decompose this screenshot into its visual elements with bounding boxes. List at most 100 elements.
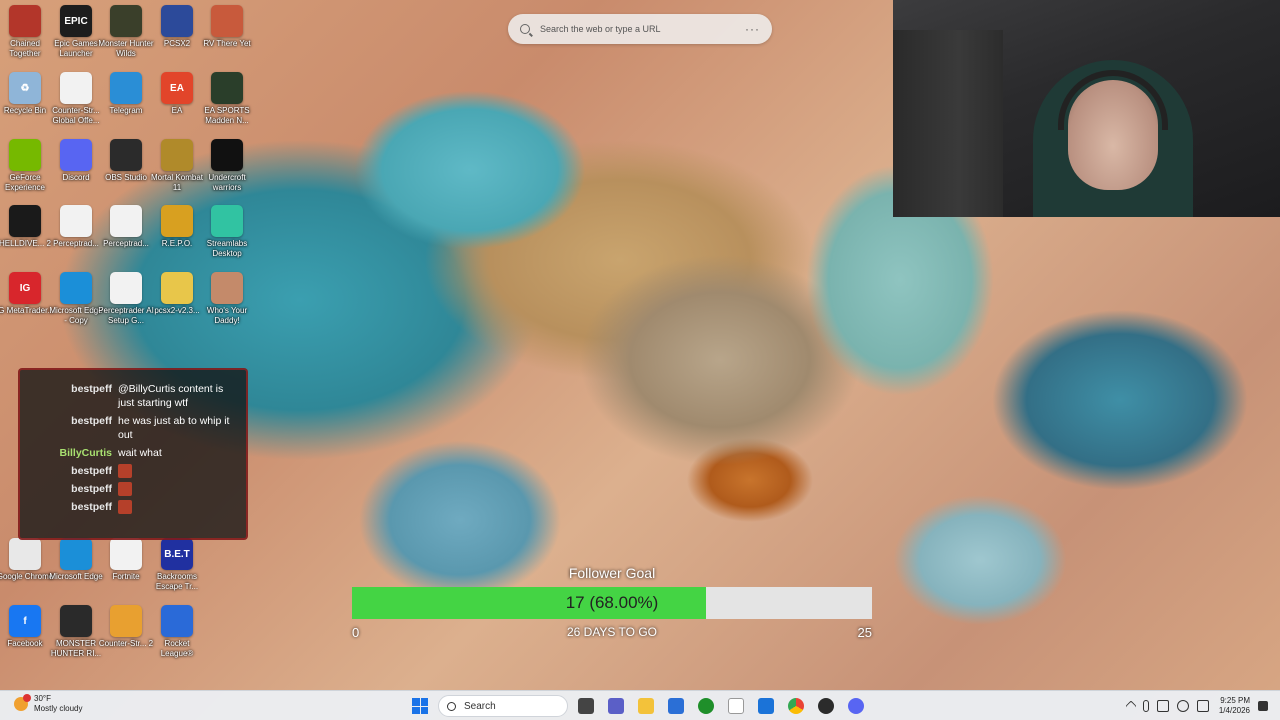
app-icon: ♻: [9, 72, 41, 104]
xbox-button[interactable]: [694, 694, 718, 718]
display-icon[interactable]: [1156, 700, 1169, 712]
desktop-icon[interactable]: Counter-Str... Global Offe...: [51, 72, 101, 126]
desktop-icon-label: HELLDIVE... 2: [0, 239, 52, 248]
desktop-icon[interactable]: Microsoft Edge - Copy: [49, 272, 103, 326]
taskbar-search[interactable]: Search: [438, 695, 568, 717]
chat-username: bestpeff: [71, 483, 112, 495]
app-icon: [161, 205, 193, 237]
desktop-icon[interactable]: ♻ Recycle Bin: [0, 72, 50, 116]
chat-text: he was just ab to whip it out: [118, 415, 230, 441]
desktop-icon[interactable]: R.E.P.O.: [152, 205, 202, 249]
app-icon: [211, 205, 243, 237]
desktop-icon-label: Counter-Str... 2: [98, 639, 154, 648]
app-icon: [60, 139, 92, 171]
clock-time: 9:25 PM: [1220, 696, 1250, 705]
chat-username: BillyCurtis: [59, 447, 112, 459]
desktop-icon[interactable]: MONSTER HUNTER RI...: [51, 605, 101, 659]
desktop-icon[interactable]: B.E.T Backrooms Escape Tr...: [152, 538, 202, 592]
xbox-icon: [698, 698, 714, 714]
task-view-icon: [578, 698, 594, 714]
file-explorer-button[interactable]: [634, 694, 658, 718]
chrome-button[interactable]: [784, 694, 808, 718]
app-icon: [211, 272, 243, 304]
more-options-icon[interactable]: ···: [745, 22, 760, 36]
teams-button[interactable]: [604, 694, 628, 718]
mail-button[interactable]: [754, 694, 778, 718]
desktop-icon[interactable]: Fortnite: [101, 538, 151, 582]
app-icon: [110, 272, 142, 304]
desktop-icon[interactable]: Counter-Str... 2: [99, 605, 153, 649]
desktop-icon[interactable]: GeForce Experience: [0, 139, 50, 193]
desktop-icon[interactable]: Perceptrader AI Setup G...: [98, 272, 154, 326]
weather-desc: Mostly cloudy: [34, 704, 83, 713]
desktop-icon[interactable]: Chained Together: [0, 5, 50, 59]
weather-widget[interactable]: 30°F Mostly cloudy: [14, 694, 82, 714]
desktop-icon[interactable]: EPIC Epic Games Launcher: [51, 5, 101, 59]
discord-icon: [848, 698, 864, 714]
desktop-icon[interactable]: EA EA: [152, 72, 202, 116]
desktop-icon[interactable]: Telegram: [101, 72, 151, 116]
start-button[interactable]: [408, 694, 432, 718]
app-icon: [211, 139, 243, 171]
desktop-icon[interactable]: Monster Hunter Wilds: [98, 5, 154, 59]
desktop-icon[interactable]: Streamlabs Desktop: [202, 205, 252, 259]
desktop-icon[interactable]: PCSX2: [152, 5, 202, 49]
desktop-icon[interactable]: Undercroft warriors: [202, 139, 252, 193]
desktop-icon[interactable]: Microsoft Edge: [49, 538, 103, 582]
task-view-button[interactable]: [574, 694, 598, 718]
desktop-icon[interactable]: f Facebook: [0, 605, 50, 649]
browser-search-bar[interactable]: Search the web or type a URL ···: [508, 14, 772, 44]
desktop-icon[interactable]: pcsx2-v2.3...: [152, 272, 202, 316]
chat-username: bestpeff: [71, 415, 112, 427]
microphone-icon[interactable]: [1142, 700, 1149, 712]
desktop-icon[interactable]: OBS Studio: [101, 139, 151, 183]
desktop-icon[interactable]: HELLDIVE... 2: [0, 205, 51, 249]
desktop-icon-label: IG MetaTrader...: [0, 306, 54, 315]
desktop-icon-label: Who's Your Daddy!: [206, 306, 248, 325]
desktop-icon-label: Undercroft warriors: [208, 173, 246, 192]
desktop-icon[interactable]: Google Chrome: [0, 538, 53, 582]
search-placeholder: Search the web or type a URL: [540, 24, 661, 34]
desktop-icon[interactable]: Rocket League®: [152, 605, 202, 659]
follower-goal-track: 17 (68.00%): [352, 587, 872, 619]
app-icon: [110, 72, 142, 104]
taskbar: 30°F Mostly cloudy Search 9:25 PM 1/4/20…: [0, 690, 1280, 720]
app-icon: [161, 139, 193, 171]
search-icon: [520, 24, 530, 34]
discord-button[interactable]: [844, 694, 868, 718]
app-icon: [60, 605, 92, 637]
desktop-icon[interactable]: IG IG MetaTrader...: [0, 272, 54, 316]
chat-username: bestpeff: [71, 465, 112, 477]
notepad-button[interactable]: [724, 694, 748, 718]
obs-icon: [818, 698, 834, 714]
chat-emote-icon: [118, 464, 132, 478]
desktop-icon-label: Telegram: [109, 106, 143, 115]
follower-goal-title: Follower Goal: [568, 565, 656, 581]
volume-icon[interactable]: [1176, 700, 1189, 712]
desktop-icon[interactable]: Who's Your Daddy!: [202, 272, 252, 326]
store-icon: [668, 698, 684, 714]
desktop-icon-label: Monster Hunter Wilds: [98, 39, 154, 58]
chevron-up-icon[interactable]: [1125, 700, 1137, 712]
app-icon: [110, 538, 142, 570]
store-button[interactable]: [664, 694, 688, 718]
app-icon: [60, 272, 92, 304]
desktop-icon-label: Streamlabs Desktop: [206, 239, 248, 258]
desktop-icon-label: Recycle Bin: [3, 106, 47, 115]
chat-message: bestpeff: [30, 500, 236, 514]
desktop-icons: Chained Together EPIC Epic Games Launcher M…: [0, 0, 256, 690]
desktop-icon[interactable]: Perceptrad...: [101, 205, 151, 249]
desktop-icon[interactable]: RV There Yet: [202, 5, 252, 49]
app-icon: [110, 205, 142, 237]
clock[interactable]: 9:25 PM 1/4/2026: [1219, 696, 1250, 716]
desktop-icon[interactable]: Perceptrad...: [51, 205, 101, 249]
network-icon[interactable]: [1196, 700, 1209, 712]
notifications-icon[interactable]: [1258, 701, 1268, 711]
windows-icon: [412, 698, 428, 714]
desktop-icon[interactable]: Mortal Kombat 11: [151, 139, 203, 193]
desktop-icon[interactable]: EA SPORTS Madden N...: [202, 72, 252, 126]
desktop-icon-label: EA SPORTS Madden N...: [204, 106, 250, 125]
desktop-icon[interactable]: Discord: [51, 139, 101, 183]
desktop-icon-label: Perceptrader AI Setup G...: [98, 306, 154, 325]
obs-button[interactable]: [814, 694, 838, 718]
